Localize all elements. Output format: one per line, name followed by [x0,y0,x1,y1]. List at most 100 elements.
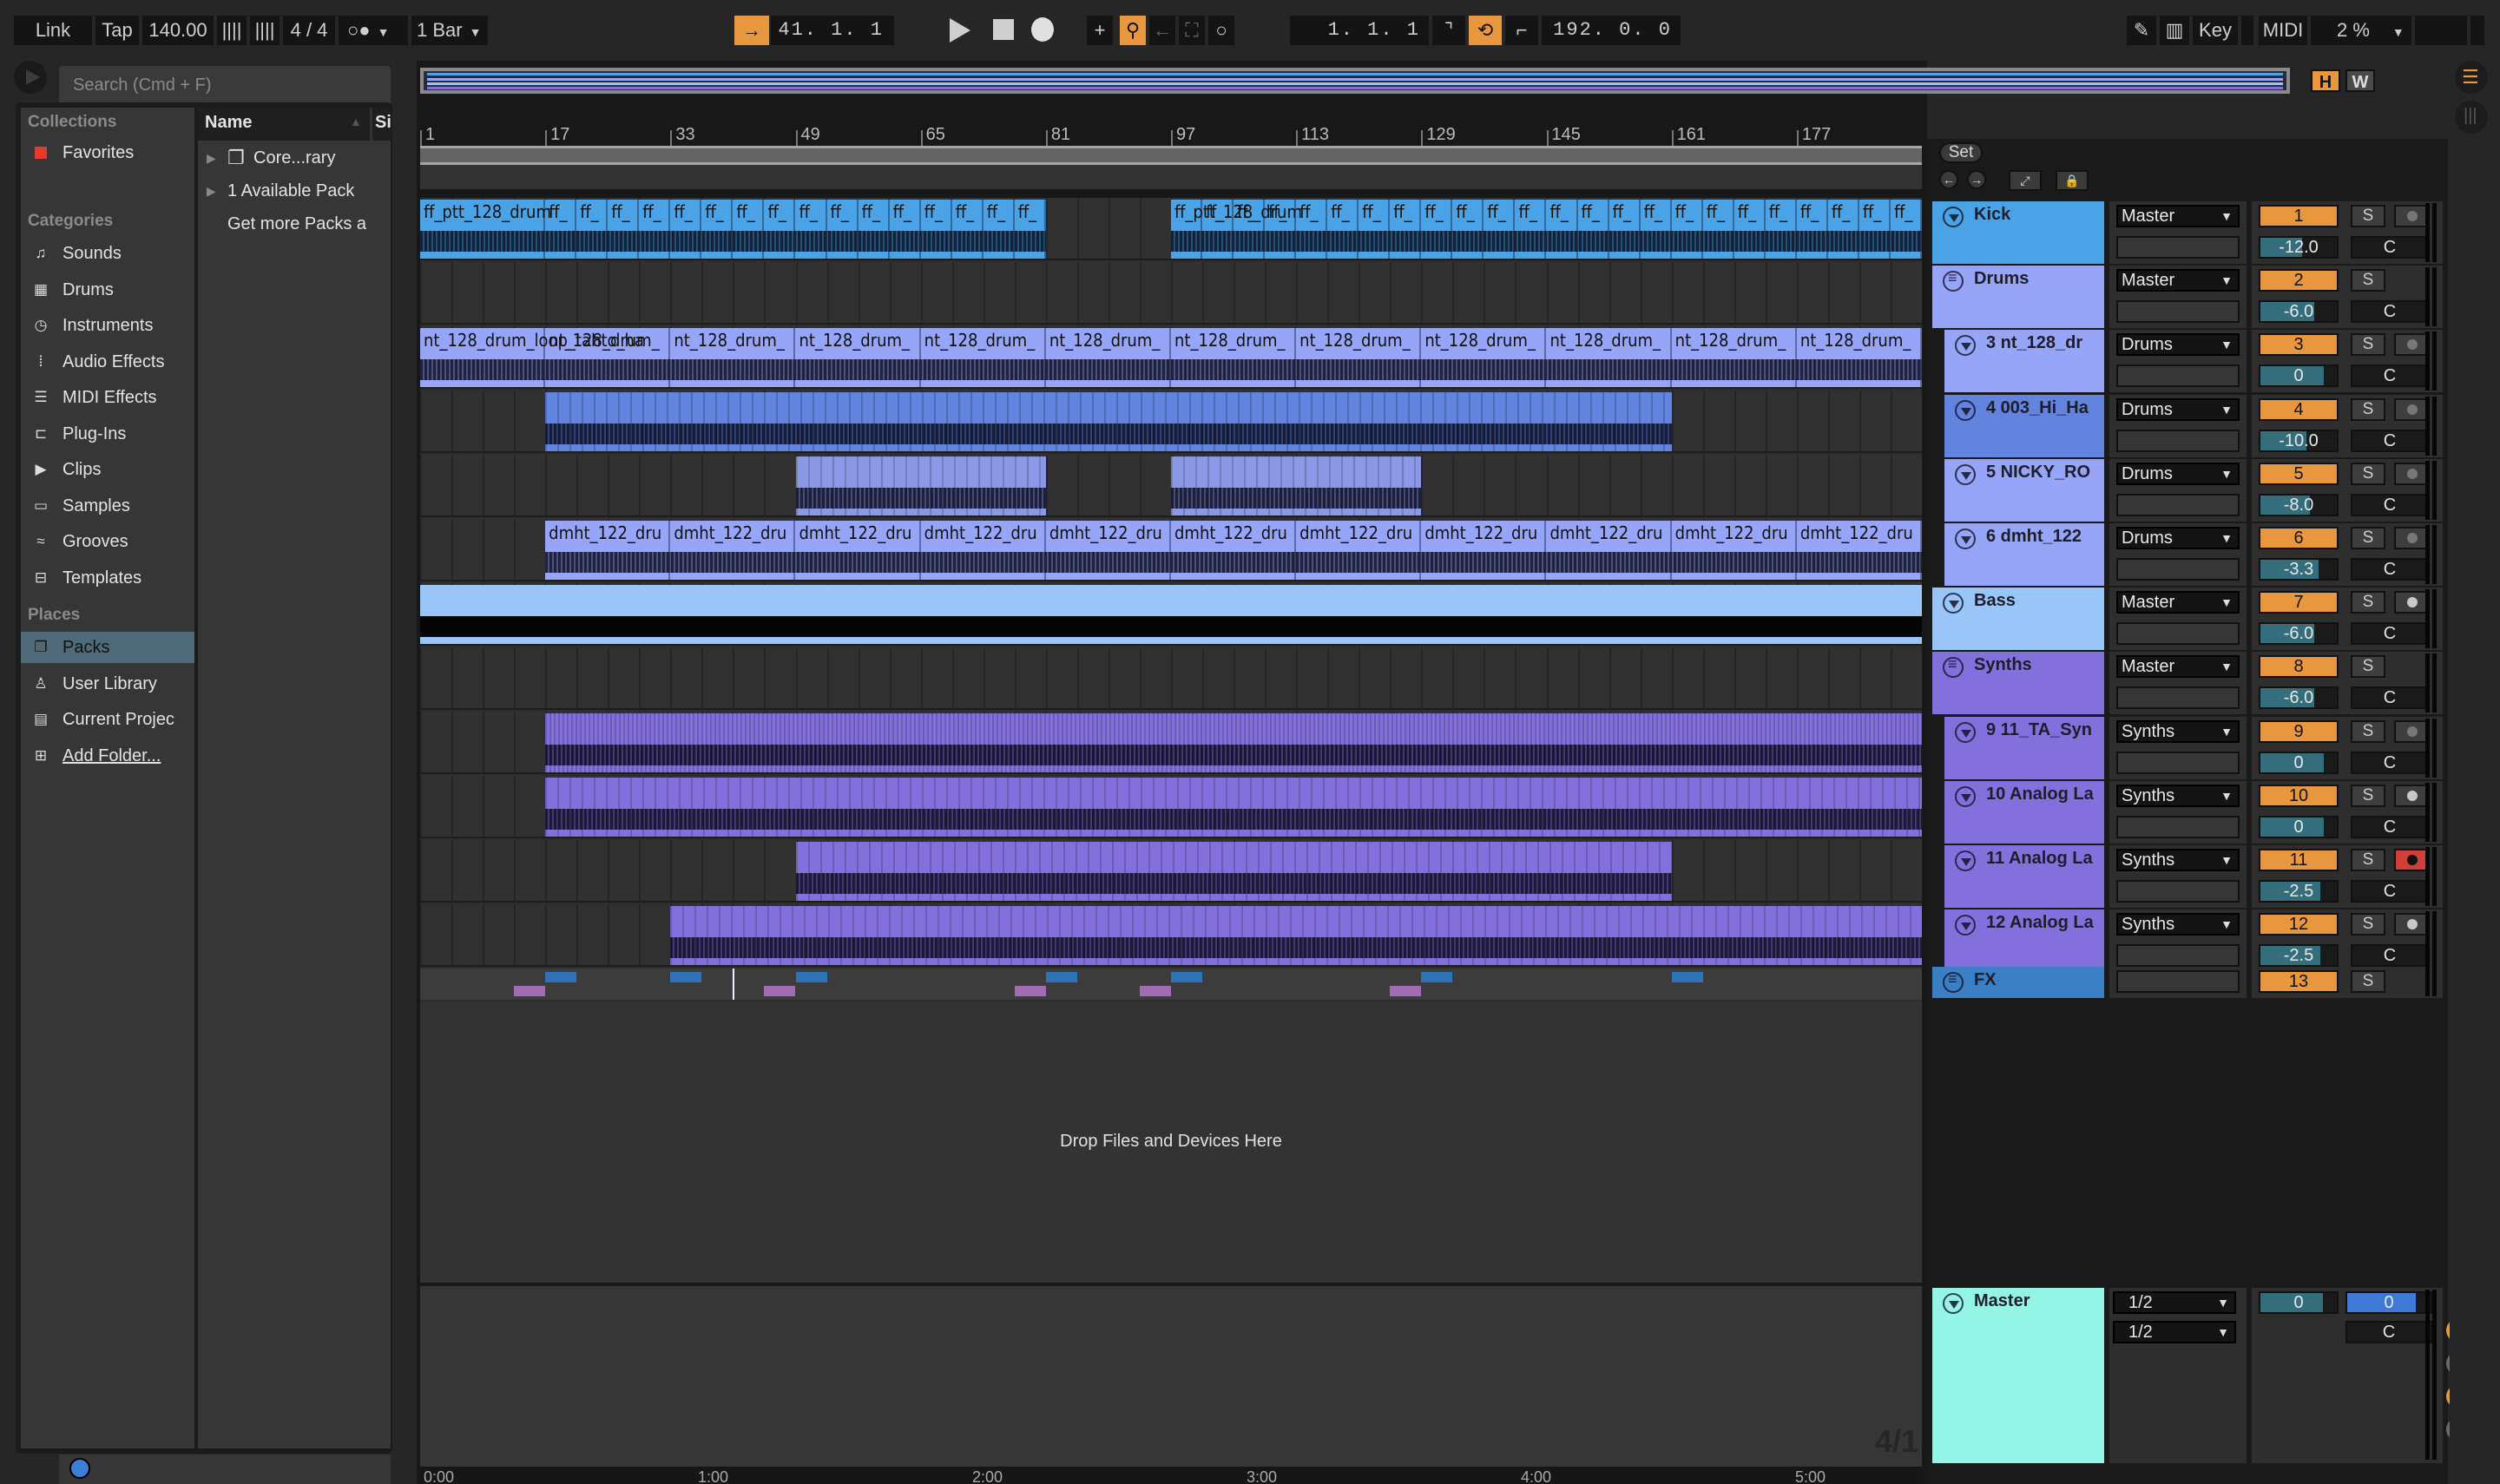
track-11-analog-la[interactable]: 11 Analog La Synths ▼ 11 -2.5 S C [1932,845,2443,908]
follow-button[interactable]: → [734,16,769,45]
clip[interactable]: ff_ptt_128_drum ff_ ff_ ff_ ff_ ff_ ff_ ff_ ff_ f… [1171,200,1922,259]
clip-segment[interactable]: dmht_122_dru [545,521,671,580]
pan-control[interactable]: C [2351,751,2429,774]
automation-block[interactable] [795,972,827,982]
track-4-003-hi-ha[interactable]: 4 003_Hi_Ha Drums ▼ 4 -10.0 S C [1932,394,2443,457]
track-name-header[interactable]: 5 NICKY_RO [1941,458,2104,522]
clip-segment[interactable]: ff_ [1859,200,1891,259]
track-6-dmht-122[interactable]: 6 dmht_122 Drums ▼ 6 -3.3 S C [1932,523,2443,586]
output-routing[interactable] [2116,970,2240,993]
arrangement-position-field[interactable]: 41. 1. 1 [771,16,894,45]
output-routing-select[interactable]: Synths ▼ [2116,849,2240,871]
clip-segment[interactable]: dmht_122_dru [1171,521,1297,580]
track-fx[interactable]: FX 13 S [1932,967,2443,998]
clip-segment[interactable]: ff_ [1265,200,1297,259]
output-routing-select[interactable]: Synths ▼ [2116,719,2240,743]
solo-button[interactable]: S [2351,333,2385,357]
clip[interactable] [670,906,1922,965]
session-record-button[interactable]: ○ [1208,16,1234,45]
loop-button[interactable]: ⟲ [1469,16,1502,45]
sidebar-item-favorites[interactable]: Favorites [21,137,194,168]
nudge-down-button[interactable]: |||| [217,16,247,45]
preview-headphones-icon[interactable] [69,1458,90,1479]
arrangement-overview[interactable] [420,68,2290,94]
key-map-button[interactable]: Key [2193,16,2238,45]
pan-control[interactable]: C [2351,880,2429,903]
midi-map-button[interactable]: MIDI [2259,16,2307,45]
pan-control[interactable]: C [2351,300,2429,324]
track-activator[interactable]: 8 [2259,655,2339,679]
fold-icon[interactable] [1955,915,1976,936]
track-drums[interactable]: Drums Master ▼ 2 -6.0 SC [1932,266,2443,329]
output-channel-select[interactable] [2116,300,2240,324]
clip-segment[interactable]: ff_ [545,200,577,259]
set-button[interactable]: Set [1939,142,1983,163]
volume-control[interactable]: -12.0 [2259,236,2339,259]
solo-button[interactable]: S [2351,655,2385,679]
overview-window[interactable] [420,68,2290,94]
clip-segment[interactable]: ff_ [764,200,796,259]
time-signature-field[interactable]: 4 / 4 [283,16,335,45]
browser-toggle-button[interactable] [14,61,47,94]
play-button[interactable] [950,18,970,43]
expand-triangle-icon[interactable]: ▶ [207,175,216,207]
arm-button[interactable] [2394,462,2429,485]
output-channel-select[interactable] [2116,622,2240,646]
group-icon[interactable] [1943,655,1964,679]
automation-block[interactable] [1045,972,1077,982]
clip-segment[interactable]: dmht_122_dru [1046,521,1171,580]
fx-lane[interactable] [420,969,1922,1000]
arm-button[interactable] [2394,397,2429,421]
track-activator[interactable]: 5 [2259,462,2339,485]
clip-segment[interactable]: ff_ [1234,200,1266,259]
volume-control[interactable]: 0 [2259,815,2339,838]
clip[interactable]: ff_ptt_128_drum ff_ ff_ ff_ ff_ ff_ ff_ ff_ ff_ f… [420,200,1046,259]
draw-mode-button[interactable]: ✎ [2127,16,2156,45]
group-icon[interactable] [1943,269,1964,292]
clip-segment[interactable]: ff_ [1797,200,1828,259]
clip-segment[interactable]: ff_ [1327,200,1359,259]
track-activator[interactable]: 7 [2259,591,2339,614]
sidebar-item-samples[interactable]: ▭ Samples [21,490,194,522]
track-activator[interactable]: 11 [2259,849,2339,871]
metronome-button[interactable]: ○● ▼ [339,16,408,45]
clip-segment[interactable]: nt_128_drum_ [1672,328,1797,387]
sidebar-item-packs[interactable]: ❐ Packs [21,632,194,663]
volume-control[interactable]: -2.5 [2259,944,2339,968]
automation-block[interactable] [1421,972,1453,982]
volume-control[interactable]: -3.3 [2259,558,2339,581]
fold-icon[interactable] [1955,721,1976,743]
capture-button[interactable]: ⛶ [1179,16,1205,45]
track-name-header[interactable]: 12 Analog La [1941,909,2104,973]
clip-segment[interactable]: ff_ptt_128_drum [1171,200,1302,259]
drop-zone[interactable]: Drop Files and Devices Here [420,1001,1922,1283]
clip-segment[interactable]: dmht_122_dru [795,521,921,580]
beat-time-ruler[interactable]: 1 17 33 49 65 81 97 113 129 145 161 177 [420,121,1922,148]
solo-button[interactable]: S [2351,205,2385,227]
clip-segment[interactable]: ff_ [1421,200,1453,259]
name-column-header[interactable]: Name [205,113,252,133]
punch-out-button[interactable]: ⌐ [1505,16,1538,45]
track-name-header[interactable]: 4 003_Hi_Ha [1941,394,2104,457]
sidebar-item-plug-ins[interactable]: ⊏ Plug-Ins [21,418,194,450]
track-name-header[interactable]: 9 11_TA_Syn [1941,716,2104,779]
clip-segment[interactable]: ff_ [921,200,952,259]
output-routing-select[interactable]: Synths ▼ [2116,913,2240,936]
tempo-field[interactable]: 140.00 [142,16,214,45]
stop-button[interactable] [993,19,1014,40]
output-routing-select[interactable]: Master ▼ [2116,269,2240,292]
clip[interactable] [545,713,1922,772]
track-lane[interactable] [420,583,1922,646]
pan-control[interactable]: C [2351,236,2429,259]
automation-block[interactable] [764,986,796,996]
clip-segment[interactable]: nt_128_drum_ [1547,328,1672,387]
loop-brace[interactable] [420,146,1922,165]
track-name-header[interactable]: Synths [1932,652,2104,715]
output-routing-select[interactable]: Drums ▼ [2116,462,2240,485]
sidebar-item-add-folder-[interactable]: ⊞ Add Folder... [21,740,194,772]
clip-segment[interactable]: nt_128_drum_ [1421,328,1547,387]
clip-segment[interactable]: dmht_122_dru [670,521,796,580]
output-channel-select[interactable] [2116,944,2240,968]
output-routing-select[interactable]: Master ▼ [2116,591,2240,614]
track-lane[interactable] [420,840,1922,903]
